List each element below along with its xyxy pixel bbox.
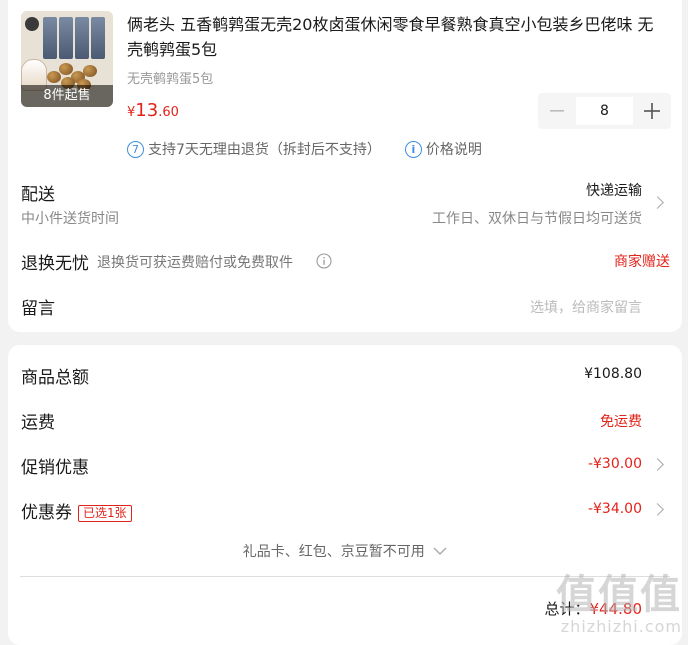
plus-icon xyxy=(644,103,660,119)
coupon-chevron-icon[interactable] xyxy=(651,503,664,516)
delivery-label: 配送 xyxy=(21,185,55,205)
delivery-chevron-icon[interactable] xyxy=(651,196,664,209)
coupon-value[interactable]: -¥34.00 xyxy=(588,501,642,517)
delivery-method[interactable]: 快递运输 xyxy=(586,180,642,200)
coupon-label: 优惠券 xyxy=(21,503,72,523)
info-icon: i xyxy=(404,140,422,158)
unit-price: ¥13.60 xyxy=(127,100,179,121)
coupon-label-row: 优惠券 已选1张 xyxy=(21,498,132,523)
shipping-value: 免运费 xyxy=(600,414,642,430)
price-decimal: .60 xyxy=(158,105,179,120)
watermark-url: zhizhizhi.com xyxy=(560,617,682,636)
decrease-button[interactable] xyxy=(538,93,576,129)
order-item-card: 8件起售 俩老头 五香鹌鹑蛋无壳20枚卤蛋休闲零食早餐熟食真空小包装乡巴佬味 无… xyxy=(8,0,682,332)
brand-logo-icon xyxy=(25,17,39,31)
increase-button[interactable] xyxy=(633,93,671,129)
gift-note-row[interactable]: 礼品卡、红包、京豆暂不可用 xyxy=(8,541,682,561)
goods-total-label: 商品总额 xyxy=(21,368,89,388)
chevron-down-icon xyxy=(433,547,447,555)
delivery-time-label: 中小件送货时间 xyxy=(21,211,119,227)
return-policy-text[interactable]: 支持7天无理由退货（拆封后不支持） xyxy=(148,139,381,159)
promotion-chevron-icon[interactable] xyxy=(651,458,664,471)
bag-shape xyxy=(43,17,57,59)
minus-icon xyxy=(550,110,564,112)
return-worry-value[interactable]: 商家赠送 xyxy=(614,251,670,271)
message-input[interactable]: 选填，给商家留言 xyxy=(530,297,642,317)
product-thumbnail[interactable]: 8件起售 xyxy=(21,11,113,107)
info-icon[interactable] xyxy=(316,253,332,269)
delivery-time-value[interactable]: 工作日、双休日与节假日均可送货 xyxy=(432,208,642,228)
return-worry-desc: 退换货可获运费赔付或免费取件 xyxy=(97,255,293,271)
bag-shape xyxy=(75,17,89,59)
watermark-logo: 值值值 xyxy=(556,572,682,618)
coupon-selected-tag: 已选1张 xyxy=(78,504,132,522)
bag-shape xyxy=(59,17,73,59)
quantity-stepper: 8 xyxy=(538,93,671,129)
price-integer: 13 xyxy=(135,100,159,121)
bag-shape xyxy=(91,17,105,59)
site-watermark: 值值值 zhizhizhi.com xyxy=(556,573,682,636)
price-explanation-link[interactable]: 价格说明 xyxy=(426,139,482,159)
product-spec[interactable]: 无壳鹌鹑蛋5包 xyxy=(127,68,213,87)
service-row: 7 支持7天无理由退货（拆封后不支持） i 价格说明 xyxy=(127,139,482,159)
quantity-input[interactable]: 8 xyxy=(576,97,633,125)
gift-note-text: 礼品卡、红包、京豆暂不可用 xyxy=(242,544,425,560)
message-label: 留言 xyxy=(21,299,55,319)
shipping-label: 运费 xyxy=(21,413,55,433)
return-worry-label: 退换无忧 xyxy=(21,254,89,274)
product-title[interactable]: 俩老头 五香鹌鹑蛋无壳20枚卤蛋休闲零食早餐熟食真空小包装乡巴佬味 无壳鹌鹑蛋5… xyxy=(127,12,667,62)
promotion-label: 促销优惠 xyxy=(21,458,89,478)
min-quantity-badge: 8件起售 xyxy=(21,85,113,107)
goods-total-value: ¥108.80 xyxy=(584,366,642,382)
promotion-value[interactable]: -¥30.00 xyxy=(588,456,642,472)
seven-day-return-icon: 7 xyxy=(127,140,144,158)
